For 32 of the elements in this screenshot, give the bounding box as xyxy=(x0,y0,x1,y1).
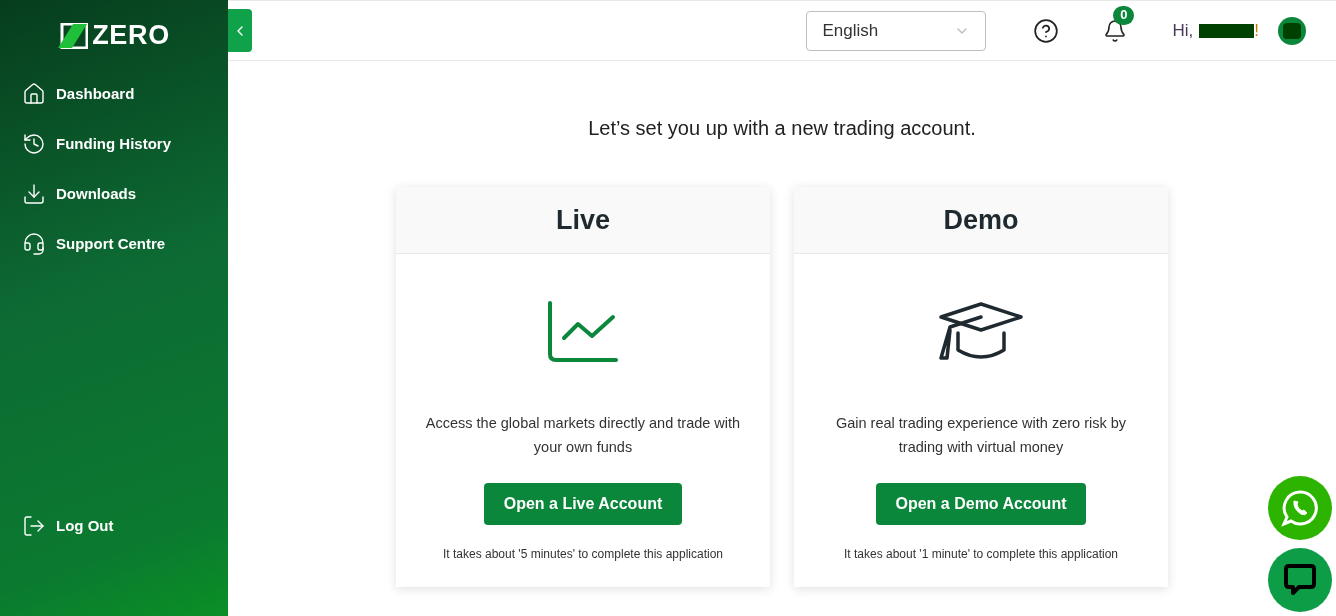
phone-bubble-icon xyxy=(1281,489,1319,527)
time-note: It takes about '5 minutes' to complete this application xyxy=(442,546,724,563)
card-description: Access the global markets directly and trade with your own funds xyxy=(424,414,742,457)
card-title: Live xyxy=(556,203,610,237)
time-note: It takes about '1 minute' to complete this application xyxy=(843,546,1119,563)
greeting-text: Hi, xyxy=(1172,19,1194,42)
page-heading: Let’s set you up with a new trading account. xyxy=(588,116,976,141)
logout-icon xyxy=(22,514,46,538)
nav-icon xyxy=(22,82,46,106)
chat-bubble-icon xyxy=(1283,563,1317,597)
nav-item[interactable]: Dashboard xyxy=(22,79,228,109)
avatar[interactable] xyxy=(1278,16,1306,45)
logo-text: ZERO xyxy=(92,22,170,49)
notification-badge: 0 xyxy=(1113,5,1135,25)
bell-icon[interactable] xyxy=(1103,18,1128,43)
line-chart-icon xyxy=(547,300,619,364)
logout-link[interactable]: Log Out xyxy=(0,514,228,538)
greeting-text: ! xyxy=(1254,19,1259,42)
logo-icon xyxy=(58,22,89,49)
nav-icon xyxy=(22,182,46,206)
open-account-button[interactable]: Open a Demo Account xyxy=(875,483,1087,525)
redacted-name xyxy=(1199,23,1255,38)
language-select[interactable]: English xyxy=(806,10,987,51)
nav-item[interactable]: Downloads xyxy=(22,179,228,209)
card-title: Demo xyxy=(943,203,1019,237)
card-description: Gain real trading experience with zero risk by trading with virtual money xyxy=(834,414,1128,457)
nav-icon xyxy=(22,232,46,256)
nav-item[interactable]: Support Centre xyxy=(22,229,228,259)
help-icon[interactable] xyxy=(1033,17,1060,44)
nav-icon xyxy=(22,132,46,156)
open-account-button[interactable]: Open a Live Account xyxy=(483,483,683,525)
nav-item[interactable]: Funding History xyxy=(22,129,228,159)
